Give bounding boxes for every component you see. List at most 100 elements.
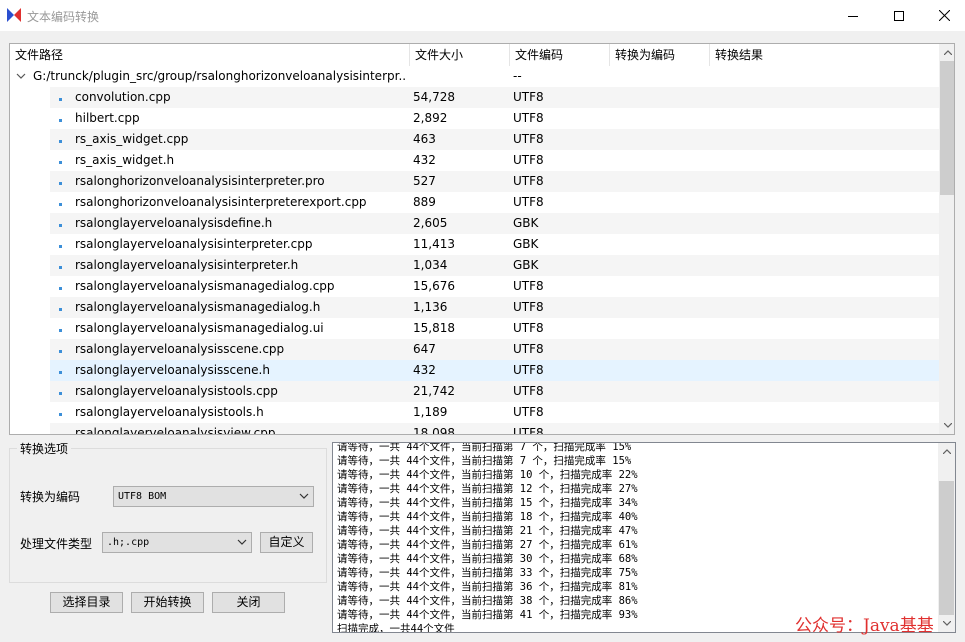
- file-row[interactable]: rsalonglayerveloanalysismanagedialog.ui 1…: [10, 318, 939, 339]
- file-name: rs_axis_widget.cpp: [75, 132, 189, 146]
- file-encoding: GBK: [513, 258, 539, 272]
- file-icon: [59, 350, 62, 353]
- log-lines: 请等待，一共 44个文件，当前扫描第 7 个，扫描完成率 15% 请等待，一共 4…: [337, 443, 638, 632]
- file-tree[interactable]: 文件路径 文件大小 文件编码 转换为编码 转换结果 G:/trunck/plug…: [9, 43, 955, 435]
- file-row[interactable]: hilbert.cpp 2,892 UTF8: [10, 108, 939, 129]
- file-size: 527: [413, 174, 436, 188]
- file-icon: [59, 287, 62, 290]
- file-encoding: UTF8: [513, 132, 544, 146]
- title-bar: 文本编码转换: [0, 0, 965, 31]
- file-name: rs_axis_widget.h: [75, 153, 175, 167]
- column-header-encoding[interactable]: 文件编码: [510, 44, 610, 66]
- tree-header: 文件路径 文件大小 文件编码 转换为编码 转换结果: [10, 44, 939, 66]
- file-row[interactable]: rs_axis_widget.cpp 463 UTF8: [10, 129, 939, 150]
- file-row[interactable]: rsalonghorizonveloanalysisinterpreterexp…: [10, 192, 939, 213]
- file-encoding: UTF8: [513, 195, 544, 209]
- column-header-path[interactable]: 文件路径: [10, 44, 410, 66]
- file-encoding: UTF8: [513, 153, 544, 167]
- file-icon: [59, 203, 62, 206]
- file-types-value: .h;.cpp: [107, 537, 150, 548]
- scroll-up-arrow[interactable]: [939, 44, 954, 61]
- file-size: 2,892: [413, 111, 448, 125]
- column-header-result[interactable]: 转换结果: [710, 44, 939, 66]
- file-icon: [59, 245, 62, 248]
- file-size: 11,413: [413, 237, 455, 251]
- chevron-up-icon: [943, 50, 952, 55]
- log-line: 请等待，一共 44个文件，当前扫描第 36 个，扫描完成率 81%: [337, 581, 638, 593]
- log-line: 请等待，一共 44个文件，当前扫描第 38 个，扫描完成率 86%: [337, 595, 638, 607]
- custom-button[interactable]: 自定义: [260, 532, 313, 553]
- log-line: 请等待，一共 44个文件，当前扫描第 33 个，扫描完成率 75%: [337, 567, 638, 579]
- file-row[interactable]: rsalonglayerveloanalysistools.cpp 21,742 U…: [10, 381, 939, 402]
- log-scrollbar[interactable]: [938, 443, 955, 632]
- file-row[interactable]: rsalonglayerveloanalysisscene.h 432 UTF8: [10, 360, 939, 381]
- file-row[interactable]: convolution.cpp 54,728 UTF8: [10, 87, 939, 108]
- file-encoding: UTF8: [513, 342, 544, 356]
- file-icon: [59, 371, 62, 374]
- file-row[interactable]: rs_axis_widget.h 432 UTF8: [10, 150, 939, 171]
- log-line: 请等待，一共 44个文件，当前扫描第 18 个，扫描完成率 40%: [337, 511, 638, 523]
- file-icon: [59, 161, 62, 164]
- file-name: rsalonghorizonveloanalysisinterpreter.pr…: [75, 174, 325, 188]
- watermark: 公众号：Java基基: [795, 616, 934, 636]
- file-size: 18,098: [413, 426, 455, 434]
- minimize-button[interactable]: [830, 0, 876, 31]
- tree-root-row[interactable]: G:/trunck/plugin_src/group/rsalonghorizo…: [10, 66, 939, 87]
- file-encoding: UTF8: [513, 279, 544, 293]
- log-line: 请等待，一共 44个文件，当前扫描第 21 个，扫描完成率 47%: [337, 525, 638, 537]
- chevron-down-icon[interactable]: [16, 69, 26, 83]
- file-name: rsalonglayerveloanalysisview.cpp: [75, 426, 276, 434]
- file-types-select[interactable]: .h;.cpp: [102, 532, 252, 553]
- minimize-icon: [848, 15, 858, 17]
- tree-body: G:/trunck/plugin_src/group/rsalonghorizo…: [10, 66, 939, 434]
- log-scroll-up-arrow[interactable]: [938, 443, 955, 460]
- chevron-up-icon: [942, 449, 951, 454]
- chevron-down-icon: [237, 539, 247, 545]
- maximize-button[interactable]: [876, 0, 922, 31]
- file-row[interactable]: rsalonglayerveloanalysisview.cpp 18,098 UT…: [10, 423, 939, 434]
- file-icon: [59, 392, 62, 395]
- options-group: [9, 448, 327, 583]
- bowtie-app-icon: [7, 8, 21, 22]
- file-size: 1,034: [413, 258, 448, 272]
- root-encoding: --: [513, 69, 522, 83]
- log-output[interactable]: 请等待，一共 44个文件，当前扫描第 7 个，扫描完成率 15% 请等待，一共 4…: [332, 442, 956, 633]
- file-size: 647: [413, 342, 436, 356]
- chevron-down-icon: [942, 621, 951, 626]
- close-button[interactable]: 关闭: [212, 592, 285, 613]
- chevron-down-icon: [943, 423, 952, 428]
- file-size: 1,189: [413, 405, 448, 419]
- column-header-target-encoding[interactable]: 转换为编码: [610, 44, 710, 66]
- maximize-icon: [894, 10, 904, 21]
- tree-scrollbar[interactable]: [939, 44, 954, 434]
- file-row[interactable]: rsalonglayerveloanalysismanagedialog.cpp…: [10, 276, 939, 297]
- file-encoding: UTF8: [513, 90, 544, 104]
- log-line: 请等待，一共 44个文件，当前扫描第 41 个，扫描完成率 93%: [337, 609, 638, 621]
- file-name: rsalonglayerveloanalysismanagedialog.cpp: [75, 279, 335, 293]
- select-directory-button[interactable]: 选择目录: [50, 592, 123, 613]
- file-name: rsalonglayerveloanalysismanagedialog.h: [75, 300, 321, 314]
- file-size: 54,728: [413, 90, 455, 104]
- file-row[interactable]: rsalonglayerveloanalysistools.h 1,189 UTF8: [10, 402, 939, 423]
- log-scroll-thumb[interactable]: [939, 481, 954, 615]
- close-window-button[interactable]: [921, 0, 965, 31]
- file-row[interactable]: rsalonglayerveloanalysisdefine.h 2,605 GBK: [10, 213, 939, 234]
- file-row[interactable]: rsalonglayerveloanalysismanagedialog.h 1,…: [10, 297, 939, 318]
- file-row[interactable]: rsalonglayerveloanalysisinterpreter.h 1,0…: [10, 255, 939, 276]
- file-name: rsalonglayerveloanalysisscene.h: [75, 363, 270, 377]
- file-name: rsalonglayerveloanalysistools.h: [75, 405, 264, 419]
- column-header-size[interactable]: 文件大小: [410, 44, 510, 66]
- file-icon: [59, 182, 62, 185]
- file-row[interactable]: rsalonglayerveloanalysisscene.cpp 647 UTF8: [10, 339, 939, 360]
- scroll-down-arrow[interactable]: [939, 417, 954, 434]
- file-icon: [59, 119, 62, 122]
- target-encoding-select[interactable]: UTF8 BOM: [113, 486, 314, 507]
- log-scroll-down-arrow[interactable]: [938, 615, 955, 632]
- file-name: rsalonglayerveloanalysistools.cpp: [75, 384, 278, 398]
- file-encoding: UTF8: [513, 384, 544, 398]
- start-convert-button[interactable]: 开始转换: [131, 592, 204, 613]
- scroll-thumb[interactable]: [940, 61, 954, 195]
- log-line: 请等待，一共 44个文件，当前扫描第 27 个，扫描完成率 61%: [337, 539, 638, 551]
- file-row[interactable]: rsalonglayerveloanalysisinterpreter.cpp 1…: [10, 234, 939, 255]
- file-row[interactable]: rsalonghorizonveloanalysisinterpreter.pr…: [10, 171, 939, 192]
